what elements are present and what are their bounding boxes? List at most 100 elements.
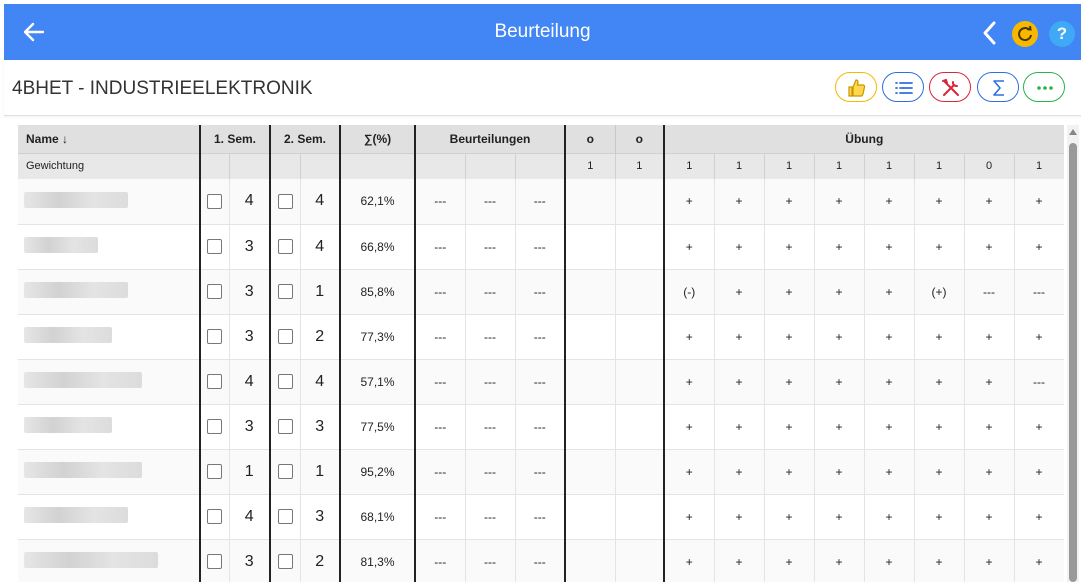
tools-button[interactable] — [929, 72, 971, 102]
o-cell[interactable] — [565, 494, 616, 540]
beurteilung-cell[interactable]: --- — [415, 359, 466, 405]
uebung-cell[interactable]: + — [764, 269, 815, 315]
uebung-cell[interactable]: + — [1014, 539, 1064, 582]
o-cell[interactable] — [565, 449, 616, 495]
beurteilung-cell[interactable]: --- — [465, 539, 516, 582]
uebung-cell[interactable]: + — [1014, 404, 1064, 450]
sem1-grade[interactable]: 3 — [229, 539, 271, 582]
table-row[interactable]: 3 3 77,5% --- --- --- + + + + + + + + — [18, 404, 1064, 450]
sem2-grade[interactable]: 4 — [300, 224, 341, 270]
sem1-grade[interactable]: 3 — [229, 314, 271, 360]
o-cell[interactable] — [615, 404, 666, 450]
sem2-checkbox[interactable] — [277, 509, 293, 525]
uebung-cell[interactable]: + — [714, 404, 765, 450]
uebung-cell[interactable]: + — [764, 494, 815, 540]
list-button[interactable] — [882, 72, 924, 102]
uebung-cell[interactable]: + — [1014, 224, 1064, 270]
beurteilung-cell[interactable]: --- — [465, 179, 516, 225]
beurteilung-cell[interactable]: --- — [515, 179, 567, 225]
o-cell[interactable] — [565, 179, 616, 225]
beurteilung-cell[interactable]: --- — [465, 359, 516, 405]
uebung-cell[interactable]: + — [964, 224, 1015, 270]
uebung-cell[interactable]: + — [764, 449, 815, 495]
sem1-grade[interactable]: 4 — [229, 179, 271, 225]
uebung-cell[interactable]: + — [814, 494, 865, 540]
sem2-checkbox[interactable] — [277, 374, 293, 390]
uebung-cell[interactable]: + — [864, 179, 915, 225]
table-row[interactable]: 1 1 95,2% --- --- --- + + + + + + + + — [18, 449, 1064, 495]
sem1-grade[interactable]: 4 — [229, 359, 271, 405]
uebung-cell[interactable]: + — [964, 404, 1015, 450]
sum-button[interactable] — [977, 72, 1019, 102]
uebung-cell[interactable]: + — [664, 494, 715, 540]
sem2-checkbox[interactable] — [277, 284, 293, 300]
sem1-grade[interactable]: 1 — [229, 449, 271, 495]
o-cell[interactable] — [615, 449, 666, 495]
sem2-grade[interactable]: 2 — [300, 539, 341, 582]
uebung-cell[interactable]: + — [714, 449, 765, 495]
student-name[interactable] — [18, 179, 201, 225]
o-cell[interactable] — [565, 539, 616, 582]
o-cell[interactable] — [615, 224, 666, 270]
o-cell[interactable] — [565, 359, 616, 405]
beurteilung-cell[interactable]: --- — [465, 314, 516, 360]
uebung-cell[interactable]: (+) — [914, 269, 965, 315]
o-cell[interactable] — [615, 314, 666, 360]
uebung-cell[interactable]: + — [964, 359, 1015, 405]
beurteilung-cell[interactable]: --- — [515, 224, 567, 270]
uebung-cell[interactable]: + — [664, 179, 715, 225]
uebung-cell[interactable]: + — [814, 179, 865, 225]
sem2-checkbox[interactable] — [277, 419, 293, 435]
uebung-cell[interactable]: + — [914, 494, 965, 540]
uebung-cell[interactable]: + — [664, 314, 715, 360]
uebung-cell[interactable]: + — [764, 314, 815, 360]
uebung-cell[interactable]: + — [864, 269, 915, 315]
beurteilung-cell[interactable]: --- — [515, 359, 567, 405]
more-button[interactable] — [1023, 72, 1065, 102]
beurteilung-cell[interactable]: --- — [515, 404, 567, 450]
uebung-cell[interactable]: + — [864, 494, 915, 540]
uebung-cell[interactable]: + — [764, 539, 815, 582]
sem1-checkbox[interactable] — [207, 509, 223, 525]
student-name[interactable] — [18, 224, 201, 270]
beurteilung-cell[interactable]: --- — [415, 179, 466, 225]
sem1-checkbox[interactable] — [207, 329, 223, 345]
uebung-cell[interactable]: + — [1014, 449, 1064, 495]
sem2-checkbox[interactable] — [277, 329, 293, 345]
uebung-cell[interactable]: + — [714, 224, 765, 270]
sem1-grade[interactable]: 3 — [229, 269, 271, 315]
chevron-left-icon[interactable] — [979, 20, 1001, 46]
beurteilung-cell[interactable]: --- — [415, 269, 466, 315]
uebung-cell[interactable]: + — [864, 404, 915, 450]
student-name[interactable] — [18, 314, 201, 360]
sem1-checkbox[interactable] — [207, 284, 223, 300]
sem2-checkbox[interactable] — [277, 464, 293, 480]
student-name[interactable] — [18, 449, 201, 495]
name-column-header[interactable]: Name ↓ — [18, 125, 201, 153]
sem1-grade[interactable]: 3 — [229, 224, 271, 270]
uebung-cell[interactable]: + — [964, 494, 1015, 540]
uebung-cell[interactable]: + — [664, 359, 715, 405]
sem1-checkbox[interactable] — [207, 464, 223, 480]
uebung-cell[interactable]: + — [964, 539, 1015, 582]
beurteilung-cell[interactable]: --- — [465, 494, 516, 540]
beurteilung-cell[interactable]: --- — [465, 224, 516, 270]
uebung-cell[interactable]: + — [714, 314, 765, 360]
table-row[interactable]: 3 2 77,3% --- --- --- + + + + + + + + — [18, 314, 1064, 360]
uebung-cell[interactable]: + — [714, 179, 765, 225]
uebung-cell[interactable]: + — [664, 449, 715, 495]
uebung-cell[interactable]: + — [814, 404, 865, 450]
sem1-checkbox[interactable] — [207, 554, 223, 570]
uebung-cell[interactable]: + — [964, 179, 1015, 225]
sem1-checkbox[interactable] — [207, 193, 223, 209]
sem1-checkbox[interactable] — [207, 419, 223, 435]
uebung-cell[interactable]: + — [914, 224, 965, 270]
o-cell[interactable] — [565, 224, 616, 270]
uebung-cell[interactable]: + — [814, 449, 865, 495]
beurteilung-cell[interactable]: --- — [415, 314, 466, 360]
uebung-cell[interactable]: + — [864, 539, 915, 582]
uebung-cell[interactable]: + — [764, 179, 815, 225]
uebung-cell[interactable]: + — [714, 359, 765, 405]
o-cell[interactable] — [565, 314, 616, 360]
uebung-cell[interactable]: + — [864, 449, 915, 495]
